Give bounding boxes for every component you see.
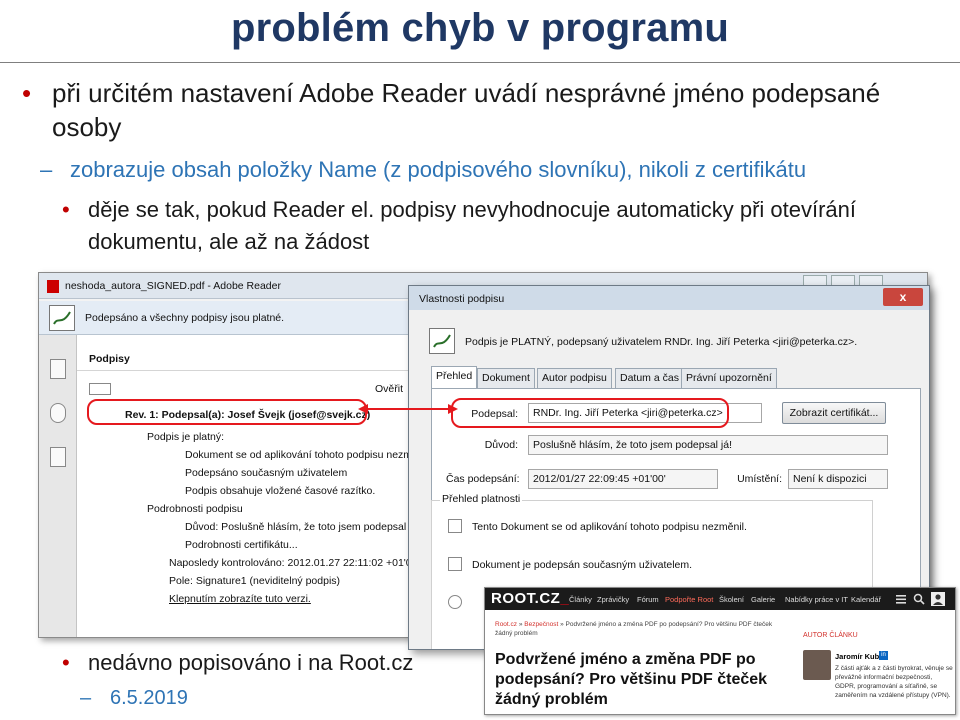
show-version-link[interactable]: Klepnutím zobrazíte tuto verzi. xyxy=(169,593,311,605)
nav-item[interactable]: Galerie xyxy=(751,595,775,604)
validity-item: Dokument je podepsán současným uživatele… xyxy=(472,559,693,571)
tree-item[interactable]: Podrobnosti podpisu xyxy=(147,503,243,515)
breadcrumb-link[interactable]: Bezpečnost xyxy=(524,621,558,628)
signature-valid-icon xyxy=(429,328,455,354)
breadcrumb-link[interactable]: Root.cz xyxy=(495,621,517,628)
nav-item[interactable]: Články xyxy=(569,595,592,604)
location-label: Umístění: xyxy=(737,473,782,485)
root-logo[interactable]: ROOT.CZ_ xyxy=(491,590,569,607)
signatures-icon[interactable] xyxy=(50,447,66,467)
tree-item[interactable]: Podpis je platný: xyxy=(147,431,224,443)
menu-icon[interactable] xyxy=(895,593,907,605)
dialog-close-button[interactable]: x xyxy=(883,288,923,306)
options-dropdown-icon[interactable] xyxy=(89,383,111,395)
bullet-text: děje se tak, pokud Reader el. podpisy ne… xyxy=(88,197,857,254)
panel-title: Podpisy xyxy=(89,353,130,365)
signature-pen-icon xyxy=(49,305,75,331)
reason-field: Poslušně hlásím, že toto jsem podepsal j… xyxy=(528,435,888,455)
bullet-dash: – xyxy=(40,157,53,182)
author-name[interactable]: Jaromír Kuba xyxy=(835,652,883,661)
pdf-file-icon xyxy=(47,280,59,293)
bullet-dot: • xyxy=(22,78,32,108)
panel-header: Podpisy xyxy=(77,335,427,371)
validity-group-title: Přehled platnosti xyxy=(440,493,523,505)
tree-item: Podepsáno současným uživatelem xyxy=(185,467,348,479)
pages-icon[interactable] xyxy=(50,359,66,379)
tree-item: Důvod: Poslušně hlásím, že toto jsem pod… xyxy=(185,521,421,533)
bullet-dot: • xyxy=(62,650,70,675)
attachments-icon[interactable] xyxy=(50,403,66,423)
linkedin-icon[interactable]: in xyxy=(879,651,888,660)
reason-label: Důvod: xyxy=(484,439,518,451)
author-avatar[interactable] xyxy=(803,650,831,680)
dialog-title: Vlastnosti podpisu xyxy=(419,293,505,305)
comparison-arrow xyxy=(358,404,458,414)
bullet-text: při určitém nastavení Adobe Reader uvádí… xyxy=(52,78,881,142)
tab-signer[interactable]: Autor podpisu xyxy=(537,368,612,388)
dialog-titlebar: Vlastnosti podpisu x xyxy=(409,286,929,310)
tree-item: Podpis obsahuje vložené časové razítko. xyxy=(185,485,376,497)
bullet-text: 6.5.2019 xyxy=(110,687,188,709)
slide-title: problém chyb v programu xyxy=(230,6,730,50)
root-navbar: ROOT.CZ_ Články Zprávičky Fórum Podpořte… xyxy=(485,588,955,610)
user-icon[interactable] xyxy=(931,592,945,606)
bullet-text: nedávno popisováno i na Root.cz xyxy=(88,650,414,675)
check-icon xyxy=(448,519,462,533)
nav-item[interactable]: Fórum xyxy=(637,595,659,604)
highlight-signer-name xyxy=(87,399,367,425)
signature-status-line: Podpis je PLATNÝ, podepsaný uživatelem R… xyxy=(465,336,858,348)
tab-date-time[interactable]: Datum a čas xyxy=(615,368,684,388)
bullet-dot: • xyxy=(62,197,70,222)
signature-status-text: Podepsáno a všechny podpisy jsou platné. xyxy=(85,312,285,324)
navigation-rail xyxy=(39,335,77,637)
reader-window-title: neshoda_autora_SIGNED.pdf - Adobe Reader xyxy=(65,280,281,292)
signatures-panel: Podpisy Ověřit Rev. 1: Podepsal(a): Jose… xyxy=(77,335,429,637)
nav-item[interactable]: Podpořte Root xyxy=(665,595,713,604)
tree-item: Naposledy kontrolováno: 2012.01.27 22:11… xyxy=(169,557,420,569)
location-field: Není k dispozici xyxy=(788,469,888,489)
tree-item[interactable]: Podrobnosti certifikátu... xyxy=(185,539,298,551)
highlight-certificate-name xyxy=(451,398,729,428)
timestamp-icon xyxy=(448,595,462,609)
tab-legal-notice[interactable]: Právní upozornění xyxy=(681,368,777,388)
signing-time-label: Čas podepsání: xyxy=(446,473,520,485)
title-divider xyxy=(0,62,960,63)
check-icon xyxy=(448,557,462,571)
tree-item: Dokument se od aplikování tohoto podpisu… xyxy=(185,449,429,461)
bullet-dash: – xyxy=(80,687,92,709)
verify-all-button[interactable]: Ověřit xyxy=(375,383,403,395)
nav-item[interactable]: Kalendář xyxy=(851,595,881,604)
root-cz-article-screenshot: ROOT.CZ_ Články Zprávičky Fórum Podpořte… xyxy=(484,587,956,715)
validity-item: Tento Dokument se od aplikování tohoto p… xyxy=(472,521,747,533)
author-bio: Z části ajťák a z části byrokrat, věnuje… xyxy=(835,665,953,699)
breadcrumb: Root.cz » Bezpečnost » Podvržené jméno a… xyxy=(495,621,773,637)
nav-item[interactable]: Školení xyxy=(719,595,744,604)
nav-item[interactable]: Zprávičky xyxy=(597,595,629,604)
tree-item: Pole: Signature1 (neviditelný podpis) xyxy=(169,575,341,587)
author-section-title: AUTOR ČLÁNKU xyxy=(803,632,858,639)
nav-item[interactable]: Nabídky práce v IT xyxy=(785,595,848,604)
signing-time-field: 2012/01/27 22:09:45 +01'00' xyxy=(528,469,718,489)
show-certificate-button[interactable]: Zobrazit certifikát... xyxy=(782,402,886,424)
tab-overview[interactable]: Přehled xyxy=(431,366,478,389)
bullet-text: zobrazuje obsah položky Name (z podpisov… xyxy=(70,157,807,182)
article-headline[interactable]: Podvržené jméno a změna PDF po podepsání… xyxy=(495,650,785,710)
search-icon[interactable] xyxy=(913,593,925,605)
tab-document[interactable]: Dokument xyxy=(477,368,535,388)
